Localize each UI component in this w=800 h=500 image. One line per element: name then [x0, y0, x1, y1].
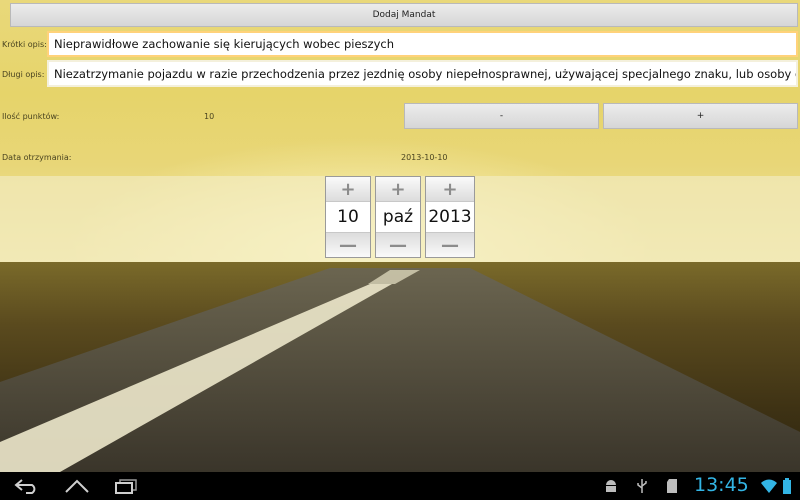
- points-label: Ilość punktów:: [2, 112, 60, 121]
- short-description-field[interactable]: Nieprawidłowe zachowanie się kierujących…: [47, 31, 798, 57]
- month-value[interactable]: paź: [376, 201, 420, 233]
- date-value: 2013-10-10: [401, 153, 448, 162]
- long-description-field[interactable]: Niezatrzymanie pojazdu w razie przechodz…: [47, 60, 798, 87]
- year-increment-button[interactable]: +: [426, 177, 474, 201]
- clock: 13:45: [694, 474, 749, 496]
- year-decrement-button[interactable]: —: [426, 233, 474, 257]
- sd-card-icon: [666, 476, 678, 496]
- points-value: 10: [204, 112, 215, 121]
- home-icon[interactable]: [64, 476, 90, 496]
- day-spinner: + 10 —: [325, 176, 371, 258]
- day-decrement-button[interactable]: —: [326, 233, 370, 257]
- day-increment-button[interactable]: +: [326, 177, 370, 201]
- month-increment-button[interactable]: +: [376, 177, 420, 201]
- increase-points-button[interactable]: +: [603, 103, 798, 129]
- short-description-label: Krótki opis:: [2, 40, 47, 49]
- date-label: Data otrzymania:: [2, 153, 72, 162]
- day-value[interactable]: 10: [326, 201, 370, 233]
- background-road: [0, 268, 800, 472]
- year-value[interactable]: 2013: [426, 201, 474, 233]
- long-description-label: Długi opis:: [2, 70, 45, 79]
- add-ticket-button[interactable]: Dodaj Mandat: [10, 3, 798, 27]
- month-decrement-button[interactable]: —: [376, 233, 420, 257]
- system-bar: 13:45: [0, 472, 800, 500]
- month-spinner: + paź —: [375, 176, 421, 258]
- usb-icon: [636, 476, 648, 496]
- decrease-points-button[interactable]: -: [404, 103, 599, 129]
- android-debug-icon: [604, 476, 618, 496]
- battery-icon: [782, 476, 792, 496]
- wifi-icon: [760, 476, 778, 496]
- recent-apps-icon[interactable]: [114, 476, 138, 496]
- year-spinner: + 2013 —: [425, 176, 475, 258]
- back-icon[interactable]: [14, 476, 40, 496]
